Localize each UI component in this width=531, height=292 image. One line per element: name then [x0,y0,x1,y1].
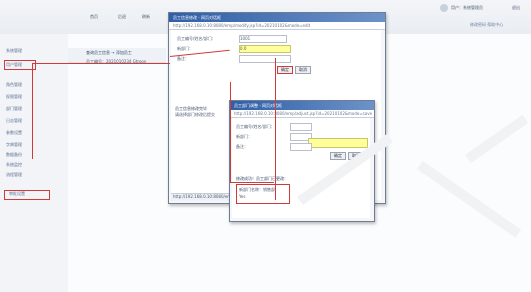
connector-line-5 [230,82,231,182]
sidebar-item-approval[interactable]: 审批设置 [4,190,50,200]
connector-line-3 [32,63,33,159]
connector-line-6 [230,182,274,183]
connector-line-1 [32,63,170,64]
nav-back-button[interactable]: 后退 [118,14,132,19]
dialog-1-title: 员工信息修改 - 网页对话框 [169,13,385,22]
list-header: 查询员工信息 → 添加员工 [86,50,132,55]
dialog-2-result-line1: 新部门名称：销售部 [239,187,275,192]
sidebar-item-workflow[interactable]: 流程管理 [2,172,66,180]
dialog-1-empinfo-field[interactable]: 1001 [239,35,287,43]
sidebar-item-dictionary[interactable]: 字典管理 [2,142,66,150]
sidebar-item-params[interactable]: 参数设置 [2,130,66,138]
sidebar-item-system[interactable]: 系统管理 [2,48,66,56]
dialog-1-cancel-button[interactable]: 取消 [295,66,311,74]
dialog-2-note-field[interactable] [290,143,312,151]
dialog-1-ok-button[interactable]: 确定 [277,66,293,74]
dialog-1-note-text: 请选择部门修改后提交 [175,112,215,117]
dialog-1-note-field[interactable] [239,55,291,63]
logout-link[interactable]: 退出 [512,5,526,10]
account-links[interactable]: 修改密码 帮助中心 [470,22,528,27]
dialog-2-dept-highlight-field[interactable] [308,138,368,148]
dialog-2-result-title: 修改成功！员工部门已更改： [236,176,288,181]
sidebar-item-roles[interactable]: 角色管理 [2,82,66,90]
dialog-2-label-dept: 新部门： [236,134,252,139]
dialog-1-dept-field[interactable]: 0.0 [239,45,291,53]
dialog-2-label-empinfo: 员工编号/姓名/部门： [236,124,275,129]
current-user: 用户：系统管理员 [451,5,483,10]
sidebar-item-departments[interactable]: 部门管理 [2,106,66,114]
dialog-2-result-line2: Yes [239,194,246,199]
dialog-2-address: http://192.168.0.10:8080/emp/adjust.jsp?… [230,110,374,118]
dialog-2-empinfo-field[interactable] [290,123,312,131]
user-avatar-icon [440,4,448,12]
sidebar-item-permissions[interactable]: 权限管理 [2,94,66,102]
dialog-2-label-note: 备注： [236,144,248,149]
sidebar-item-backup[interactable]: 数据备份 [2,152,66,160]
dialog-1-note-title: 员工信息修改完毕 [175,106,207,111]
dialog-2-result-box: 新部门名称：销售部 Yes [236,184,290,204]
nav-refresh-button[interactable]: 刷新 [142,14,156,19]
dialog-1-status-text: http://192.168.0.10:8080/emp/list.jsp [173,194,231,199]
nav-home-button[interactable]: 首页 [90,14,104,19]
sidebar-item-logs[interactable]: 日志管理 [2,118,66,126]
dialog-1-label-note: 备注： [177,56,189,61]
dialog-2-ok-button[interactable]: 确定 [330,152,346,160]
connector-line-4 [275,58,276,200]
sidebar-item-monitor[interactable]: 系统监控 [2,162,66,170]
dialog-1-label-empinfo: 员工编号/姓名/部门： [177,36,216,41]
sidebar: 系统管理 用户管理 角色管理 权限管理 部门管理 日志管理 参数设置 字典管理 … [0,34,69,292]
dialog-1-address: http://192.168.0.10:8080/emp/modify.jsp?… [169,22,385,30]
dialog-2-title: 员工部门调整 - 网页对话框 [230,101,374,110]
dialog-1-label-dept: 新部门： [177,46,193,51]
